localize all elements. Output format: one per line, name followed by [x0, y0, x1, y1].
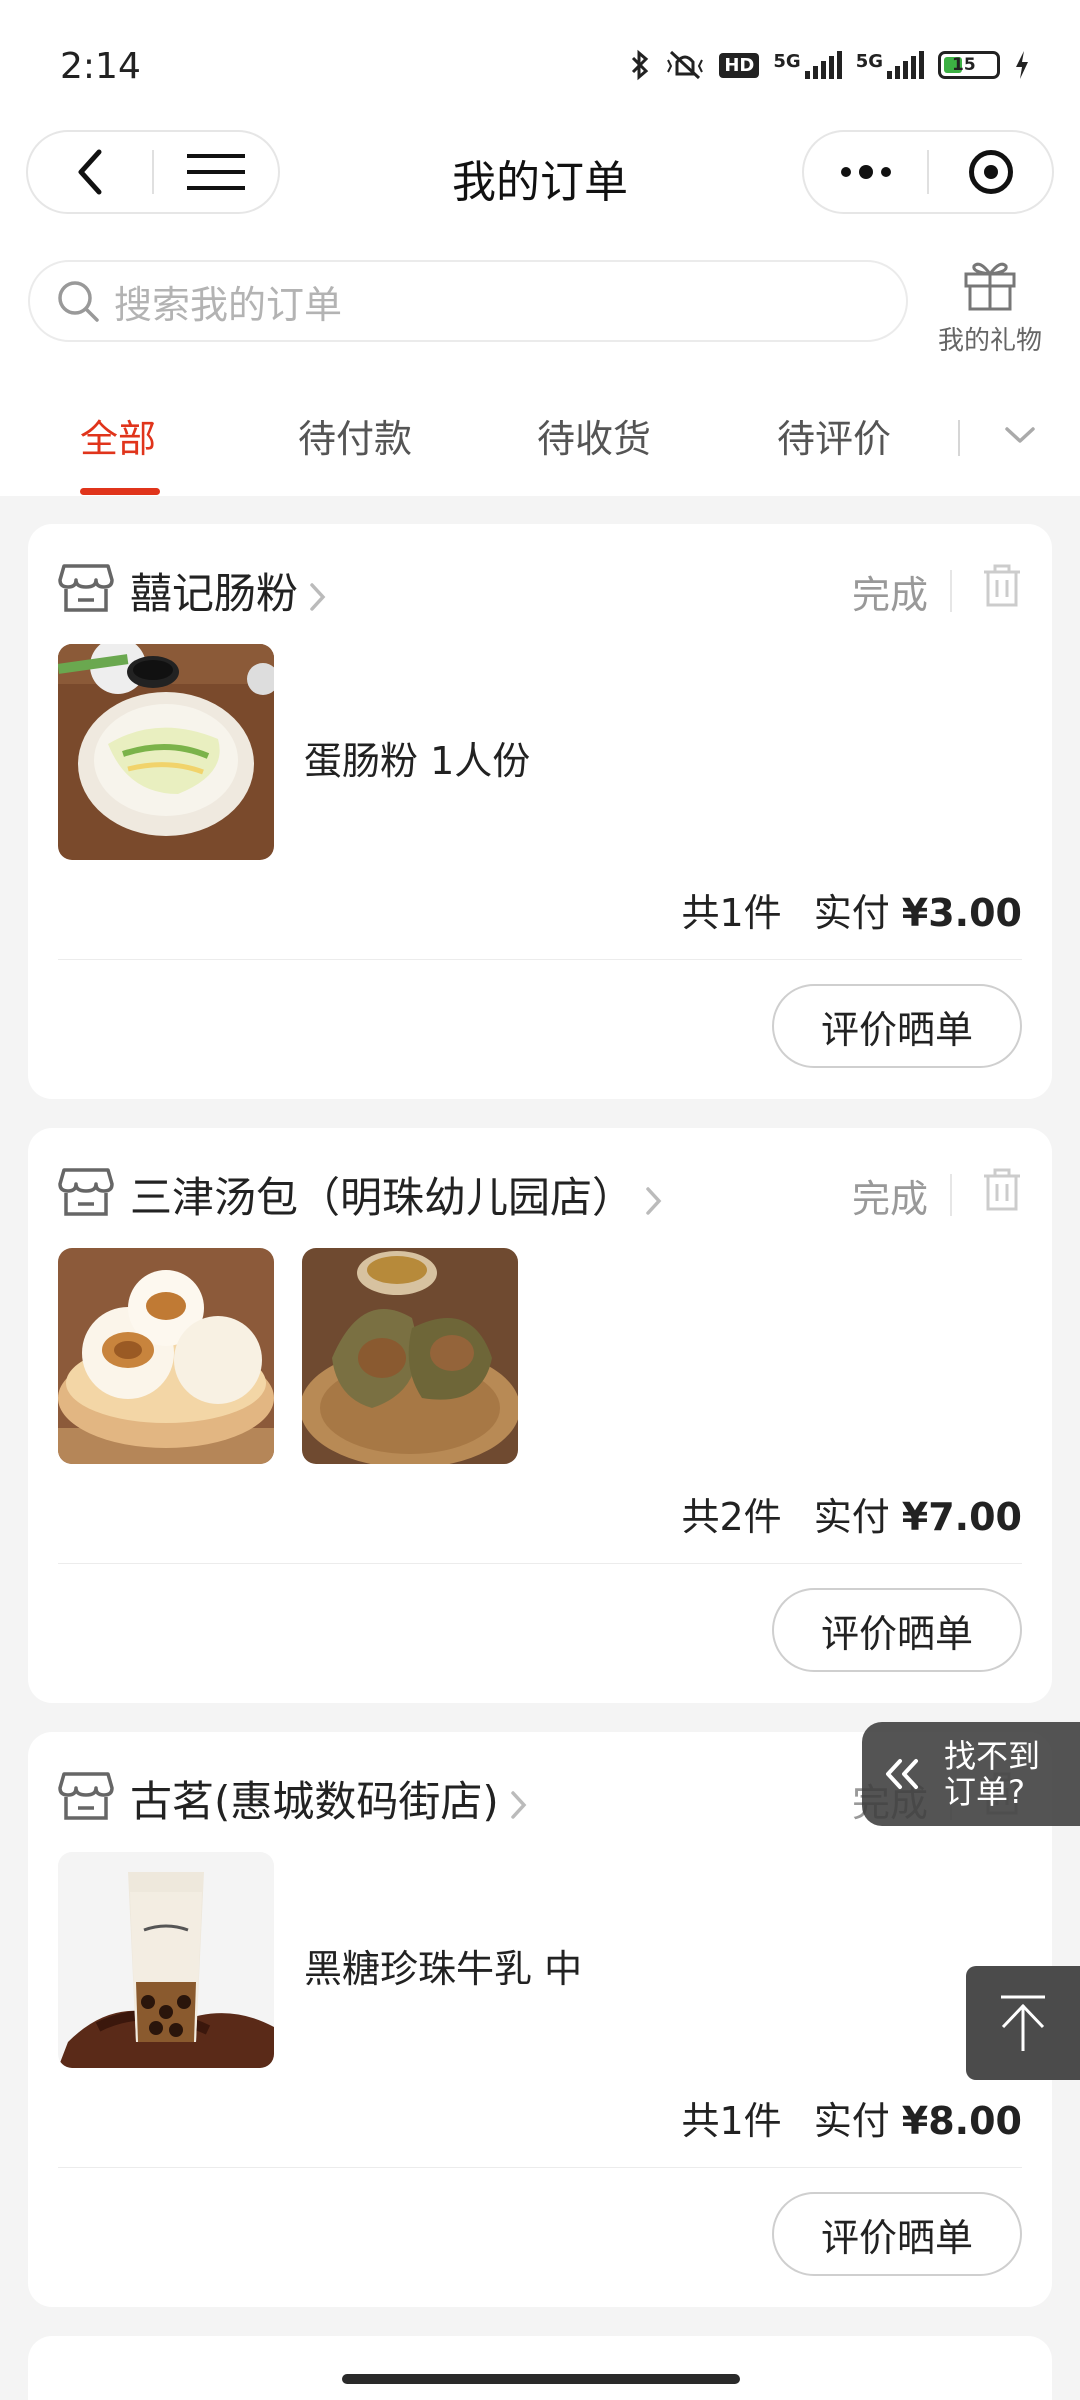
product-image [58, 1852, 274, 2068]
item-count: 共2件 [681, 1495, 782, 1539]
search-row: 搜索我的订单 我的礼物 [0, 240, 1080, 370]
chevron-right-icon [511, 1790, 527, 1819]
store-link[interactable]: 古茗(惠城数码街店) [130, 1768, 529, 1829]
trash-icon[interactable] [982, 564, 1022, 608]
store-name: 三津汤包（明珠幼儿园店） [130, 1173, 635, 1222]
status-icons: HD 5G 5G 15 [629, 48, 1030, 82]
cant-find-order-label: 找不到订单? [944, 1737, 1041, 1811]
store-link[interactable]: 三津汤包（明珠幼儿园店） [130, 1164, 664, 1225]
tab-pending-review[interactable]: 待评价 [777, 408, 891, 463]
signal-2: 5G [856, 51, 924, 79]
store-icon [58, 1168, 114, 1216]
paid-amount: ¥7.00 [901, 1495, 1022, 1539]
paid-label: 实付 [813, 891, 890, 935]
active-tab-indicator [80, 488, 160, 495]
double-chevron-left-icon [886, 1759, 918, 1789]
search-input[interactable]: 搜索我的订单 [28, 260, 908, 342]
store-link[interactable]: 囍记肠粉 [130, 560, 328, 621]
order-status: 完成 [851, 1177, 928, 1221]
order-tabs: 全部 待付款 待收货 待评价 [0, 370, 1080, 496]
trash-icon[interactable] [982, 1168, 1022, 1212]
store-icon [58, 1772, 114, 1820]
tab-all[interactable]: 全部 [80, 408, 156, 463]
search-icon [58, 281, 99, 322]
home-indicator[interactable] [342, 2374, 740, 2384]
tab-expand-button[interactable] [990, 410, 1050, 460]
chevron-right-icon [646, 1186, 662, 1215]
review-button[interactable]: 评价晒单 [772, 1588, 1022, 1672]
order-card[interactable]: 囍记肠粉 完成 蛋肠粉 1人份 共1件 实付 ¥3.00 评价晒单 [28, 524, 1052, 1099]
target-icon [968, 150, 1013, 194]
gift-button[interactable]: 我的礼物 [930, 258, 1050, 357]
order-summary: 共2件 实付 ¥7.00 [682, 1486, 1023, 1541]
chevron-down-icon [1005, 427, 1035, 443]
charging-icon [1016, 51, 1028, 79]
signal-bars-icon [887, 51, 924, 79]
order-summary: 共1件 实付 ¥3.00 [682, 882, 1023, 937]
battery-level: 15 [952, 55, 976, 75]
bluetooth-icon [632, 49, 649, 81]
store-name: 囍记肠粉 [130, 569, 299, 618]
store-name: 古茗(惠城数码街店) [130, 1777, 499, 1826]
product-name: 黑糖珍珠牛乳 中 [304, 1947, 583, 1991]
paid-amount: ¥8.00 [901, 2099, 1022, 2143]
tab-separator [958, 420, 960, 456]
product-image [58, 644, 274, 860]
hd-badge: HD [719, 52, 760, 78]
store-icon [58, 564, 114, 612]
status-bar: 2:14 HD 5G 5G 15 [0, 0, 1080, 130]
order-card[interactable]: 三津汤包（明珠幼儿园店） 完成 共2件 实付 ¥7.00 评价晒单 [28, 1128, 1052, 1703]
arrow-up-icon [1001, 1995, 1045, 2051]
item-count: 共1件 [681, 891, 782, 935]
tab-pending-receipt[interactable]: 待收货 [537, 408, 651, 463]
item-count: 共1件 [681, 2099, 782, 2143]
paid-label: 实付 [813, 2099, 890, 2143]
mute-vibrate-icon [667, 50, 704, 80]
product-image [302, 1248, 518, 1464]
battery-icon: 15 [938, 51, 1000, 79]
signal-bars-icon [804, 51, 842, 79]
order-card-partial [28, 2336, 1052, 2400]
signal-1: 5G [773, 51, 842, 79]
product-image [58, 1248, 274, 1464]
paid-label: 实付 [813, 1495, 890, 1539]
search-placeholder: 搜索我的订单 [114, 282, 343, 327]
back-to-top-button[interactable] [966, 1966, 1080, 2080]
review-button[interactable]: 评价晒单 [772, 984, 1022, 1068]
cant-find-order-button[interactable]: 找不到订单? [862, 1722, 1080, 1826]
network-type-2: 5G [855, 51, 883, 72]
order-summary: 共1件 实付 ¥8.00 [682, 2090, 1023, 2145]
review-button[interactable]: 评价晒单 [772, 2192, 1022, 2276]
nav-bar: 我的订单 [0, 130, 1080, 240]
chevron-right-icon [310, 582, 326, 611]
order-header: 三津汤包（明珠幼儿园店） 完成 [58, 1162, 1022, 1222]
paid-amount: ¥3.00 [901, 891, 1022, 935]
more-button[interactable] [804, 132, 927, 212]
order-header: 囍记肠粉 完成 [58, 558, 1022, 618]
close-miniapp-button[interactable] [929, 132, 1052, 212]
order-status: 完成 [851, 573, 928, 617]
network-type-1: 5G [773, 51, 801, 72]
gift-icon [964, 262, 1016, 311]
tab-pending-payment[interactable]: 待付款 [298, 408, 412, 463]
gift-label: 我的礼物 [937, 326, 1042, 356]
more-dots-icon [840, 165, 891, 179]
nav-right-capsule [802, 130, 1054, 214]
status-time: 2:14 [60, 46, 141, 87]
product-name: 蛋肠粉 1人份 [304, 739, 531, 783]
